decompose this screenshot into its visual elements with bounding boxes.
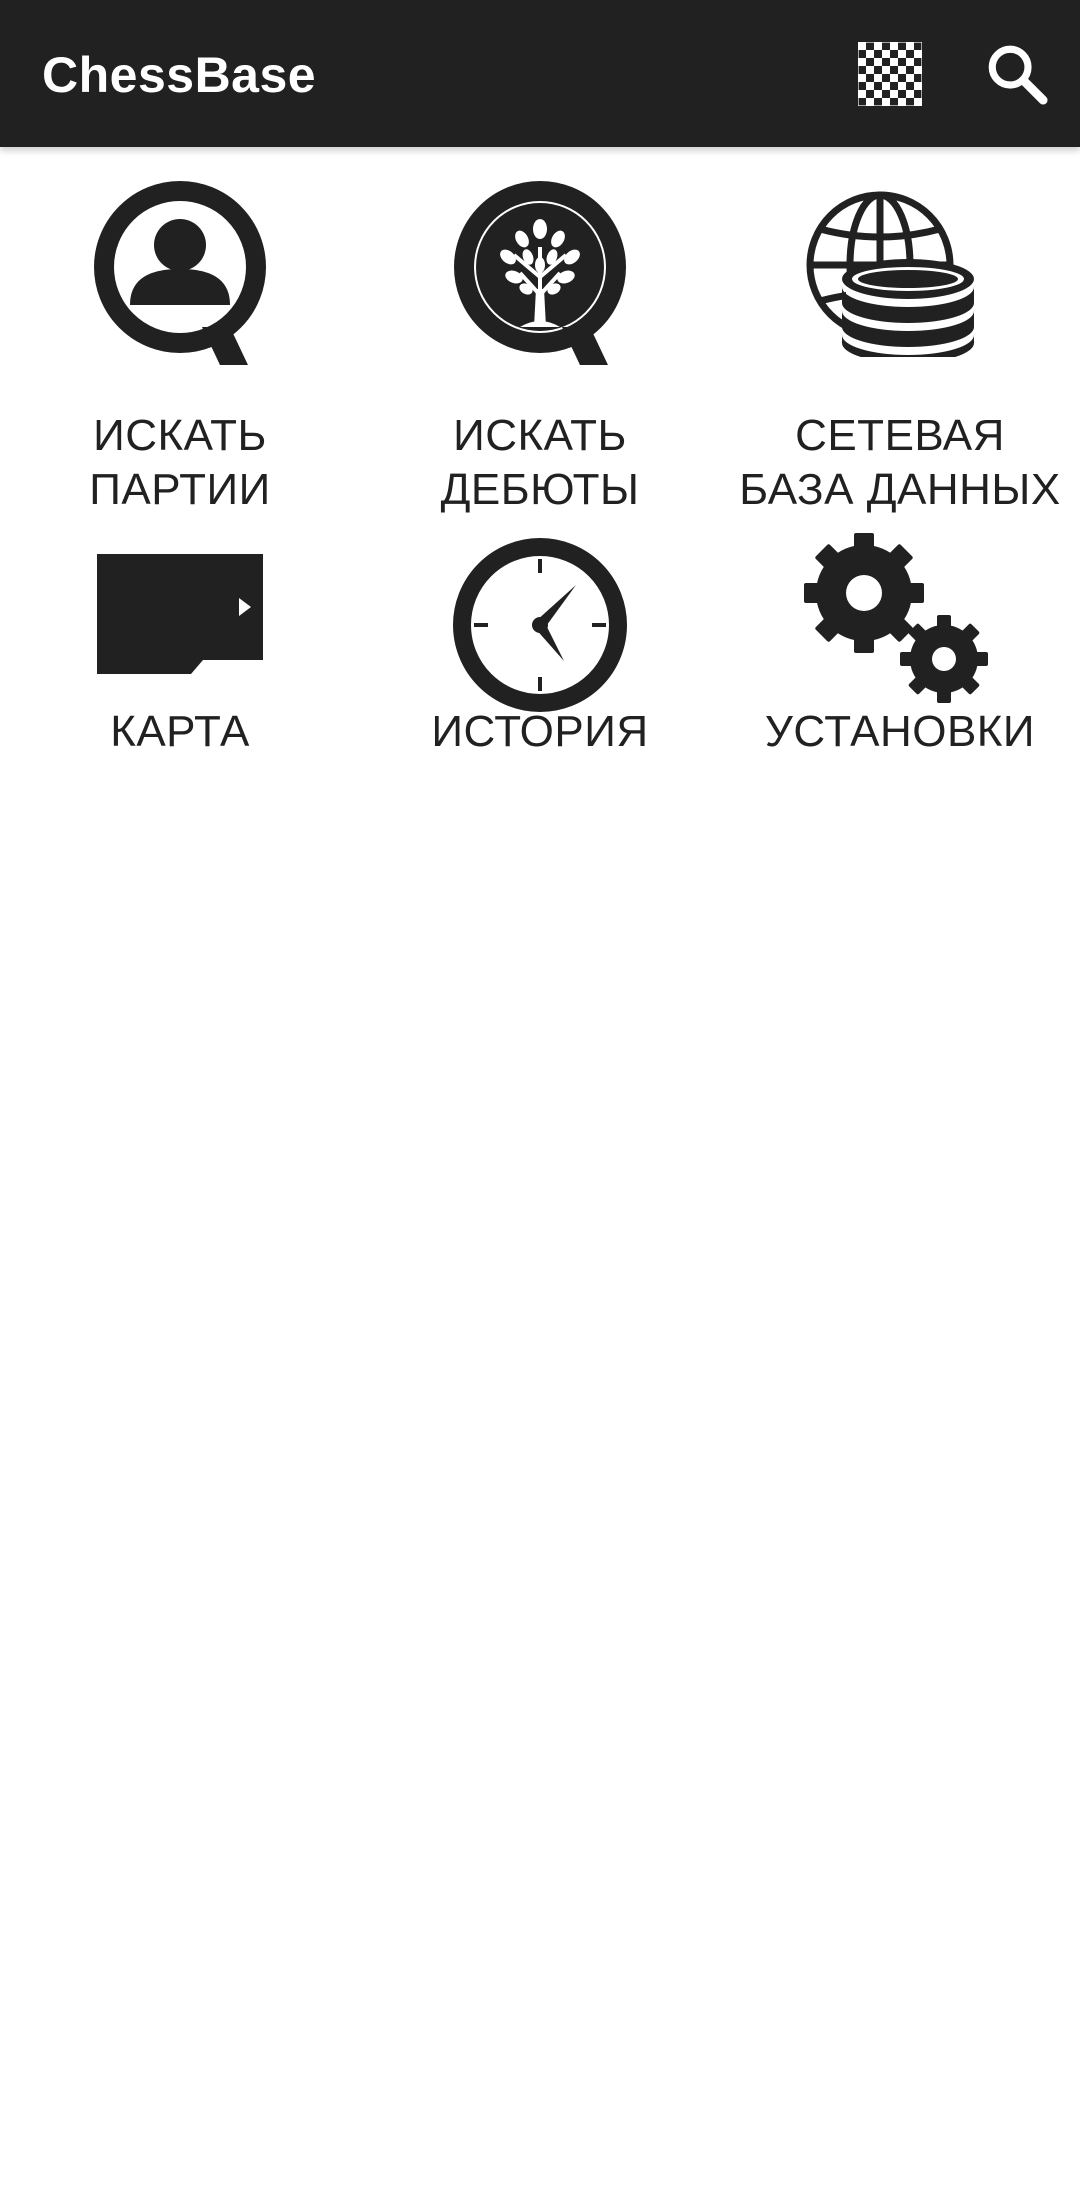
menu-item-history[interactable]: ИСТОРИЯ	[360, 537, 720, 897]
gears-icon	[804, 533, 988, 703]
menu-item-search-games[interactable]: ИСКАТЬ ПАРТИИ	[0, 177, 360, 537]
menu-item-label: ИСТОРИЯ	[431, 707, 649, 756]
online-database-icon	[806, 191, 974, 357]
sd-card-icon	[97, 554, 263, 674]
menu-item-label: УСТАНОВКИ	[764, 707, 1036, 756]
menu-item-label: КАРТА	[110, 707, 250, 756]
chessboard-icon	[858, 42, 922, 106]
app-bar: ChessBase	[0, 0, 1080, 147]
menu-item-label: СЕТЕВАЯ БАЗА ДАННЫХ	[739, 411, 1061, 514]
menu-item-settings[interactable]: УСТАНОВКИ	[720, 533, 1080, 897]
menu-item-card[interactable]: КАРТА	[0, 537, 360, 897]
search-button[interactable]	[977, 34, 1057, 114]
search-games-icon	[94, 181, 266, 365]
board-button[interactable]	[850, 34, 930, 114]
menu-item-search-openings[interactable]: ИСКАТЬ ДЕБЮТЫ	[360, 177, 720, 537]
search-icon	[988, 45, 1048, 105]
clock-icon	[453, 538, 627, 712]
menu-item-label: ИСКАТЬ ПАРТИИ	[89, 411, 271, 514]
menu-item-label: ИСКАТЬ ДЕБЮТЫ	[440, 411, 640, 514]
app-title: ChessBase	[42, 47, 317, 103]
search-openings-icon	[454, 181, 626, 365]
menu-item-online-database[interactable]: СЕТЕВАЯ БАЗА ДАННЫХ	[720, 177, 1080, 537]
